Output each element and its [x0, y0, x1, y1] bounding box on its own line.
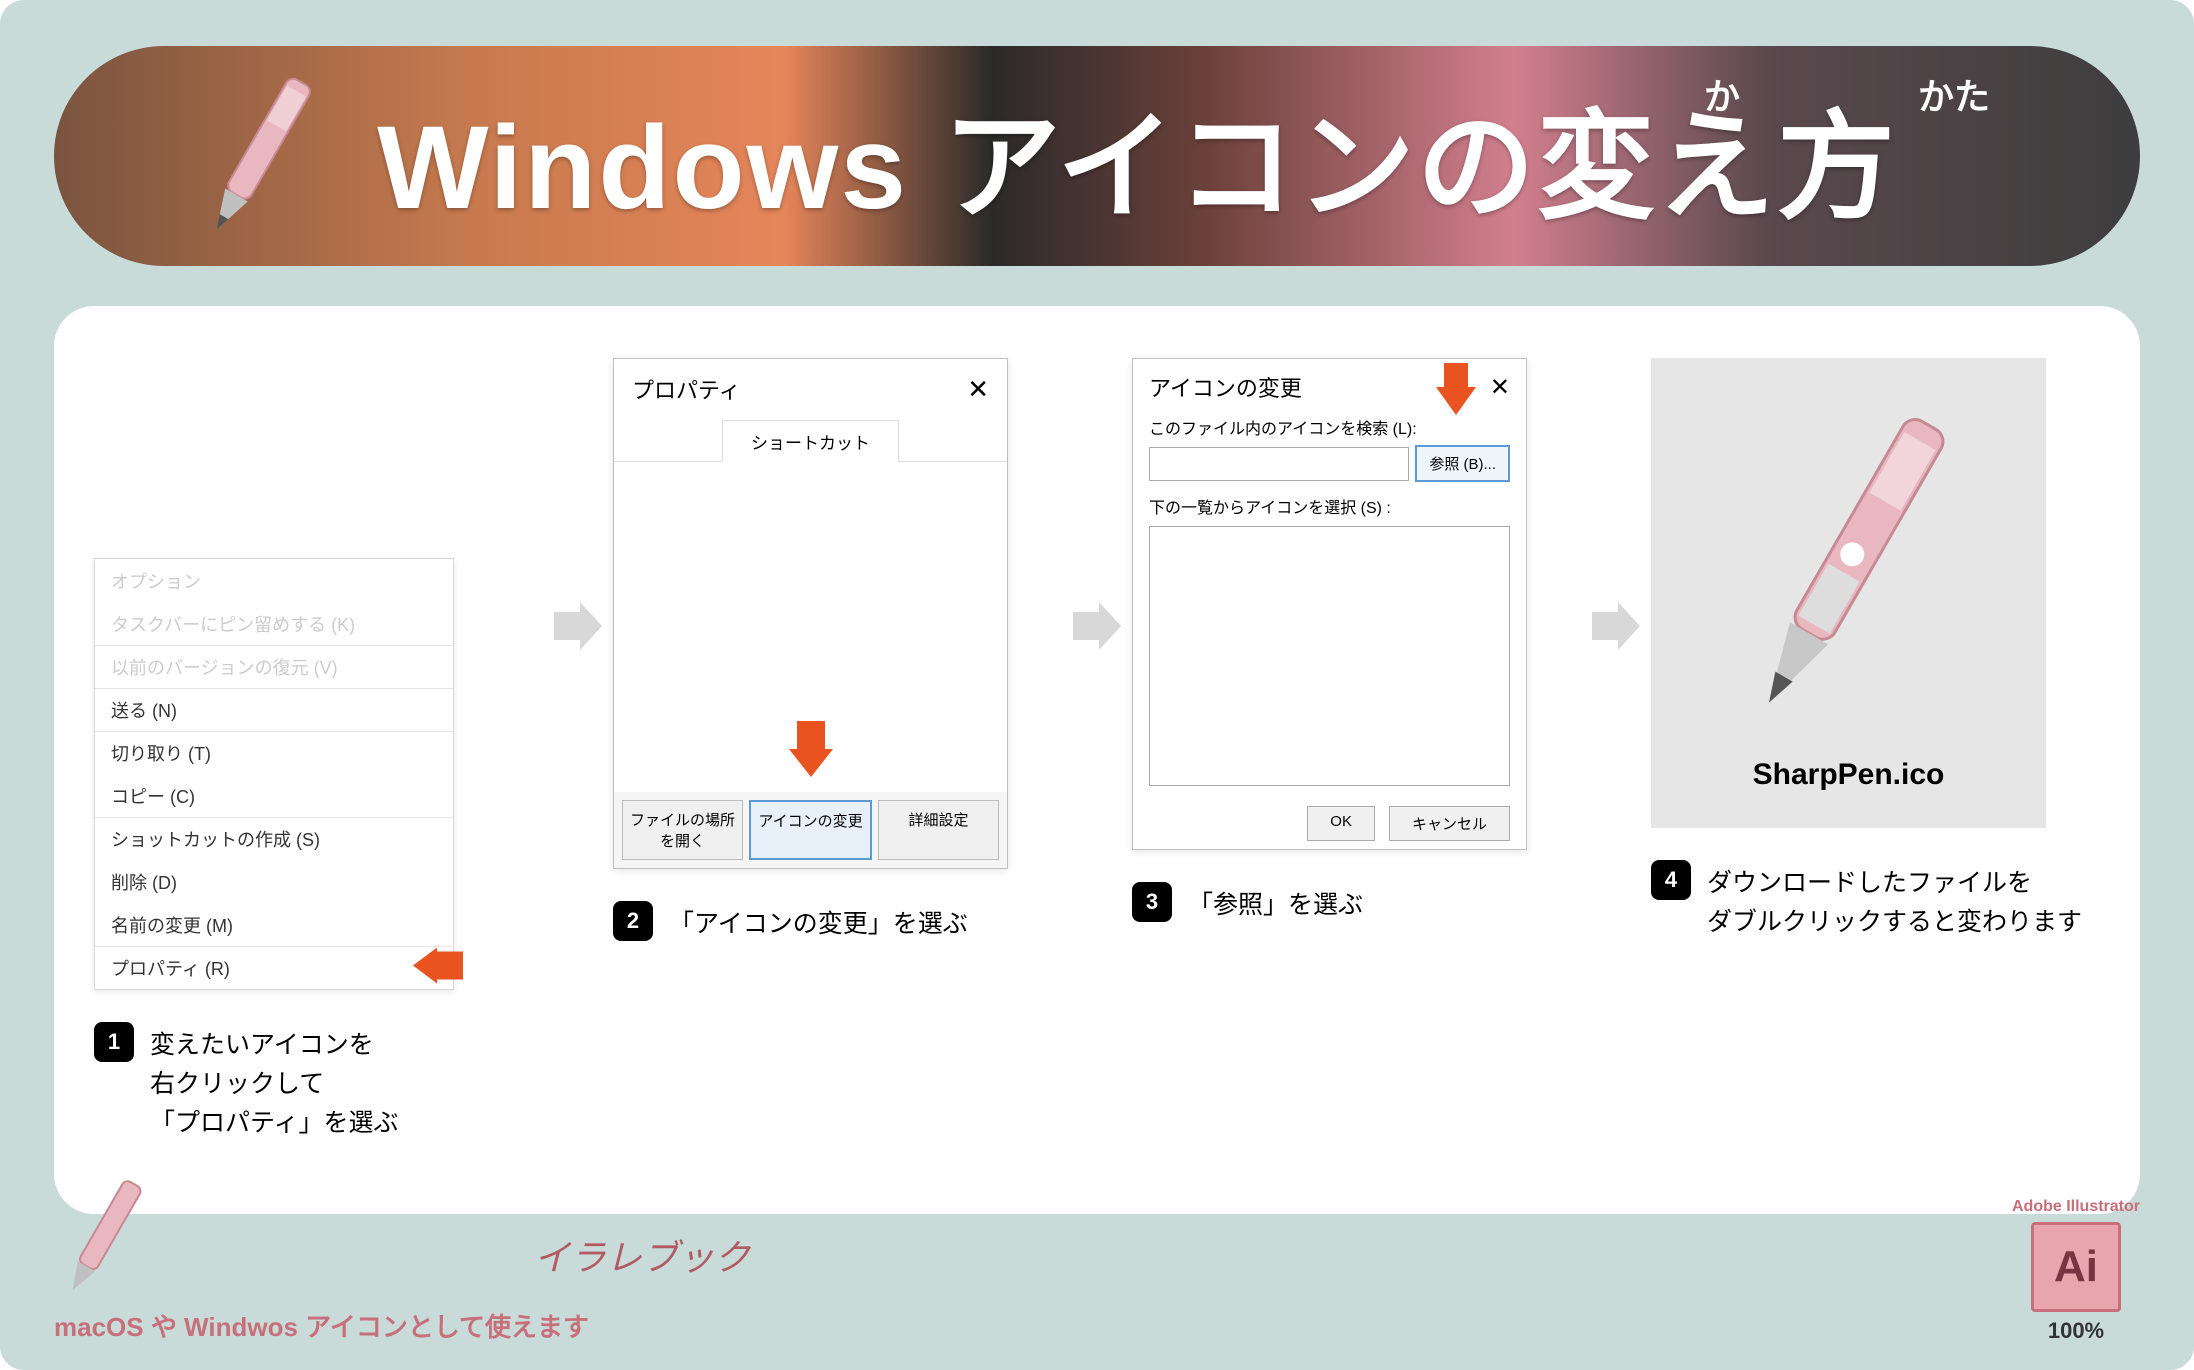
ctx-item[interactable]: 名前の変更 (M)	[95, 903, 453, 946]
ctx-item[interactable]: ショットカットの作成 (S)	[95, 817, 453, 860]
ctx-item-properties[interactable]: プロパティ (R)	[95, 946, 453, 989]
step-4: SharpPen.ico 4 ダウンロードしたファイルを ダブルクリックすると変…	[1651, 358, 2100, 942]
arrow-left-icon	[413, 948, 463, 989]
close-icon[interactable]: ✕	[1490, 373, 1510, 402]
ai-icon: Ai	[2031, 1222, 2121, 1312]
ctx-item[interactable]: 削除 (D)	[95, 860, 453, 903]
arrow-right-icon	[1581, 358, 1651, 654]
change-icon-button[interactable]: アイコンの変更	[749, 800, 872, 860]
tab-shortcut[interactable]: ショートカット	[722, 420, 899, 462]
pen-icon	[54, 1171, 154, 1301]
icon-list[interactable]	[1149, 526, 1510, 786]
icon-filename: SharpPen.ico	[1753, 758, 1945, 792]
ctx-item[interactable]: コピー (C)	[95, 774, 453, 817]
list-label: 下の一覧からアイコンを選択 (S) :	[1133, 494, 1526, 526]
advanced-button[interactable]: 詳細設定	[878, 800, 999, 860]
arrow-down-icon	[789, 721, 833, 782]
ctx-item[interactable]: オプション	[95, 559, 453, 602]
browse-button[interactable]: 参照 (B)...	[1415, 445, 1510, 482]
ai-badge: Adobe Illustrator Ai 100%	[2012, 1198, 2140, 1344]
step-number: 2	[613, 901, 653, 941]
step-2: プロパティ ✕ ショートカット ファイルの場所を開く アイコンの変更 詳細設定	[613, 358, 1062, 944]
properties-dialog: プロパティ ✕ ショートカット ファイルの場所を開く アイコンの変更 詳細設定	[613, 358, 1008, 869]
close-icon[interactable]: ✕	[967, 374, 989, 405]
ctx-item-label: プロパティ (R)	[111, 959, 230, 979]
hero-title: Windows アイコンの変え方	[377, 71, 1897, 242]
furigana-2: かた	[1918, 68, 1990, 120]
icon-preview: SharpPen.ico	[1651, 358, 2046, 828]
ai-percent: 100%	[2012, 1318, 2140, 1344]
context-menu: オプション タスクバーにピン留めする (K) 以前のバージョンの復元 (V) 送…	[94, 558, 454, 990]
footer-subtitle: macOS や Windwos アイコンとして使えます	[54, 1307, 750, 1344]
step-text: 変えたいアイコンを 右クリックして 「プロパティ」を選ぶ	[150, 1022, 399, 1142]
step-1: オプション タスクバーにピン留めする (K) 以前のバージョンの復元 (V) 送…	[94, 358, 543, 1142]
footer: イラレブック macOS や Windwos アイコンとして使えます Adobe…	[54, 1171, 2140, 1344]
dialog-title: プロパティ	[632, 373, 741, 405]
step-number: 1	[94, 1022, 134, 1062]
step-text: 「アイコンの変更」を選ぶ	[669, 901, 968, 944]
change-icon-dialog: アイコンの変更 ✕ このファイル内のアイコンを検索 (L): 参照 (B)...…	[1132, 358, 1527, 850]
cancel-button[interactable]: キャンセル	[1389, 806, 1510, 841]
arrow-right-icon	[543, 358, 613, 654]
pen-icon	[194, 66, 324, 251]
pen-icon	[1719, 394, 1979, 734]
ai-label: Adobe Illustrator	[2012, 1198, 2140, 1216]
step-number: 3	[1132, 882, 1172, 922]
step-text: 「参照」を選ぶ	[1188, 882, 1363, 925]
ctx-item[interactable]: タスクバーにピン留めする (K)	[95, 602, 453, 645]
dialog-title: アイコンの変更	[1149, 371, 1302, 403]
ctx-item[interactable]: 送る (N)	[95, 688, 453, 731]
step-number: 4	[1651, 860, 1691, 900]
path-input[interactable]	[1149, 447, 1409, 481]
ctx-item[interactable]: 以前のバージョンの復元 (V)	[95, 645, 453, 688]
ok-button[interactable]: OK	[1307, 806, 1375, 841]
arrow-down-icon	[1436, 363, 1476, 421]
open-location-button[interactable]: ファイルの場所を開く	[622, 800, 743, 860]
step-3: アイコンの変更 ✕ このファイル内のアイコンを検索 (L): 参照 (B)...…	[1132, 358, 1581, 925]
arrow-right-icon	[1062, 358, 1132, 654]
step-text: ダウンロードしたファイルを ダブルクリックすると変わります	[1707, 860, 2082, 942]
hero-banner: か かた Windows アイコンの変え方	[54, 46, 2140, 266]
furigana-1: か	[1704, 68, 1740, 120]
steps-card: オプション タスクバーにピン留めする (K) 以前のバージョンの復元 (V) 送…	[54, 306, 2140, 1214]
brand-name: イラレブック	[534, 1229, 750, 1281]
ctx-item[interactable]: 切り取り (T)	[95, 731, 453, 774]
